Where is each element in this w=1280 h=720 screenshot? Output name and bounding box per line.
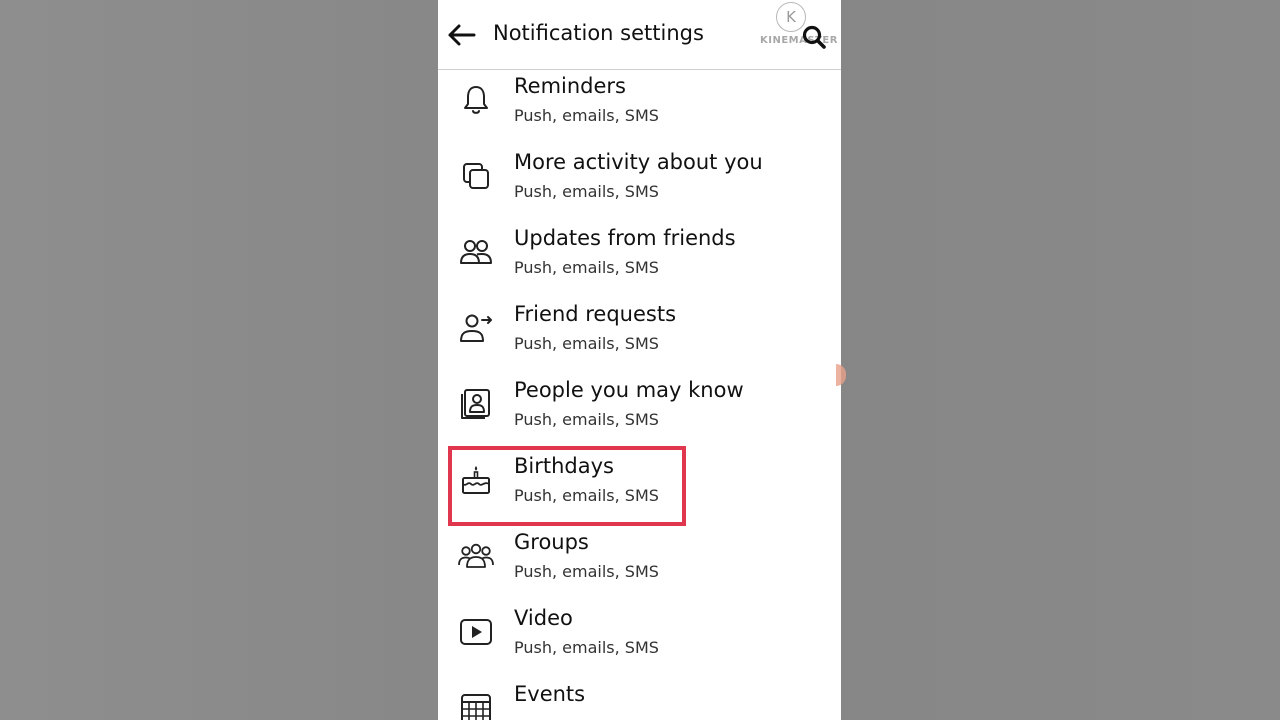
group-icon (458, 538, 494, 574)
item-label: Birthdays (514, 454, 614, 478)
item-subtitle: Push, emails, SMS (514, 334, 659, 353)
item-subtitle: Push, emails, SMS (514, 182, 659, 201)
stacked-squares-icon (458, 158, 494, 194)
notification-settings-screen: Notification settings K KINEMASTER Remin… (438, 0, 841, 720)
arrow-left-icon (448, 24, 476, 46)
list-item-video[interactable]: Video Push, emails, SMS (438, 602, 841, 678)
item-label: Updates from friends (514, 226, 736, 250)
search-icon (802, 25, 826, 49)
item-label: More activity about you (514, 150, 763, 174)
item-label: Events (514, 682, 586, 706)
list-item-updates-from-friends[interactable]: Updates from friends Push, emails, SMS (438, 222, 841, 298)
contact-card-icon (458, 386, 494, 422)
search-button[interactable] (798, 22, 830, 52)
scroll-edge-indicator (836, 364, 846, 386)
item-subtitle: Push, emails, SMS (514, 258, 659, 277)
list-item-events[interactable]: Events (438, 678, 841, 720)
item-subtitle: Push, emails, SMS (514, 410, 659, 429)
item-subtitle: Push, emails, SMS (514, 562, 659, 581)
item-label: Friend requests (514, 302, 677, 326)
page-title: Notification settings (493, 21, 704, 45)
list-item-people-you-may-know[interactable]: People you may know Push, emails, SMS (438, 374, 841, 450)
list-item-groups[interactable]: Groups Push, emails, SMS (438, 526, 841, 602)
item-label: Video (514, 606, 573, 630)
play-icon (458, 614, 494, 650)
back-button[interactable] (444, 18, 478, 52)
notification-list: Reminders Push, emails, SMS More activit… (438, 70, 841, 720)
list-item-birthdays[interactable]: Birthdays Push, emails, SMS (438, 450, 841, 526)
item-label: Groups (514, 530, 589, 554)
item-label: People you may know (514, 378, 744, 402)
birthday-cake-icon (458, 462, 494, 498)
top-app-bar: Notification settings K KINEMASTER (438, 0, 841, 70)
calendar-icon (458, 690, 494, 720)
item-label: Reminders (514, 74, 626, 98)
list-item-more-activity[interactable]: More activity about you Push, emails, SM… (438, 146, 841, 222)
two-people-icon (458, 234, 494, 270)
bell-icon (458, 82, 494, 118)
list-item-friend-requests[interactable]: Friend requests Push, emails, SMS (438, 298, 841, 374)
item-subtitle: Push, emails, SMS (514, 486, 659, 505)
item-subtitle: Push, emails, SMS (514, 638, 659, 657)
list-item-reminders[interactable]: Reminders Push, emails, SMS (438, 70, 841, 146)
item-subtitle: Push, emails, SMS (514, 106, 659, 125)
person-arrow-icon (458, 310, 494, 346)
